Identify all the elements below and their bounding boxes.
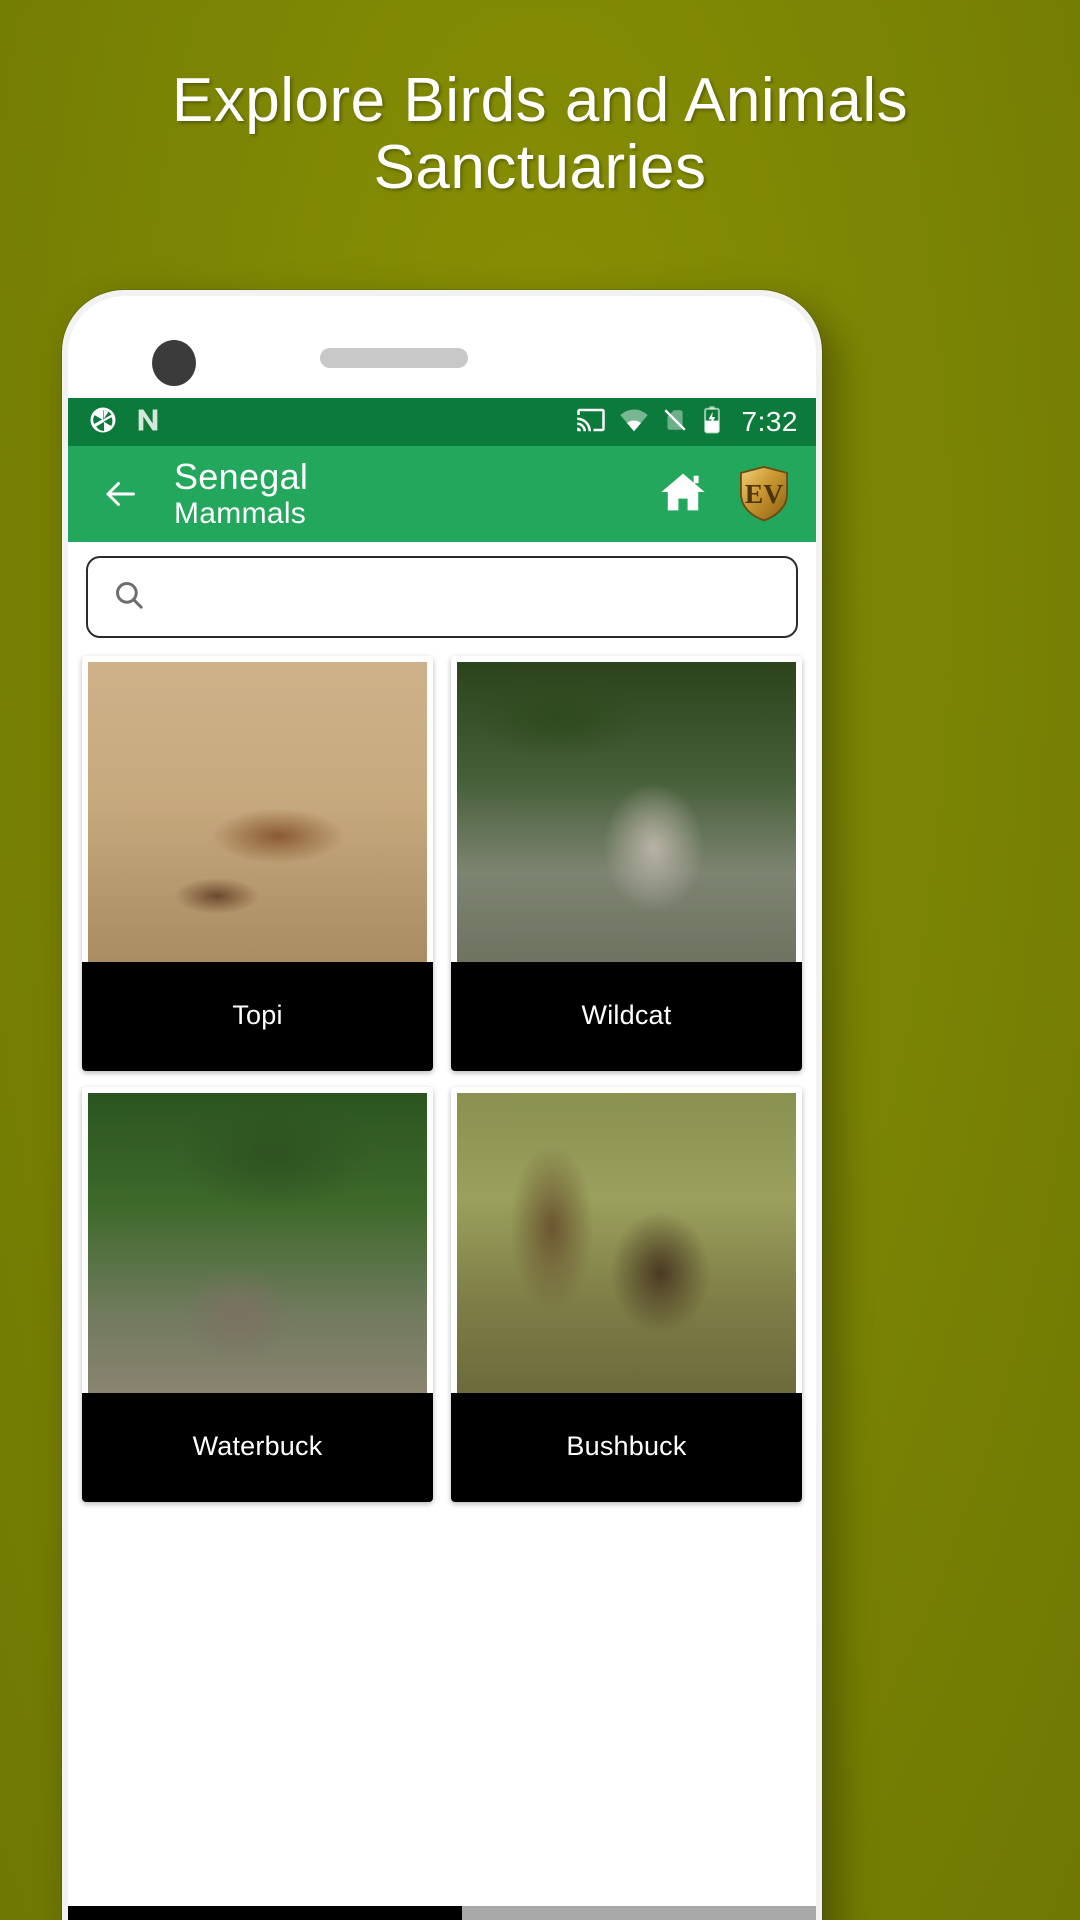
animal-photo: [457, 662, 796, 962]
animal-card[interactable]: Wildcat: [451, 656, 802, 1071]
page-subtitle: Mammals: [174, 497, 307, 531]
front-camera-icon: [152, 340, 196, 386]
phone-mockup: 7:32 Senegal Mammals EV Topi Wildcat Wat…: [62, 290, 822, 1920]
sort-bar: BY POPULARITY BY ALPHABETS: [68, 1906, 816, 1920]
home-icon[interactable]: [656, 467, 710, 522]
animal-name: Waterbuck: [82, 1393, 433, 1502]
search-bar[interactable]: [86, 556, 798, 638]
app-screen: 7:32 Senegal Mammals EV Topi Wildcat Wat…: [68, 296, 816, 1920]
cast-icon: [576, 405, 606, 440]
animal-grid: Topi Wildcat Waterbuck Bushbuck: [68, 648, 816, 1502]
phone-notch-row: [68, 296, 816, 398]
animal-card[interactable]: Waterbuck: [82, 1087, 433, 1502]
battery-charging-icon: [701, 405, 723, 440]
app-bar-titles: Senegal Mammals: [174, 456, 309, 531]
wifi-icon: [619, 405, 649, 440]
promo-line-2: Sanctuaries: [373, 132, 707, 202]
sort-by-popularity-button[interactable]: BY POPULARITY: [68, 1906, 462, 1920]
ev-logo-text: EV: [745, 478, 783, 509]
status-bar-left-icons: [88, 405, 162, 440]
promo-headline: Explore Birds and Animals Sanctuaries: [0, 66, 1080, 202]
search-icon: [112, 578, 146, 617]
earpiece-speaker: [320, 348, 468, 368]
search-input[interactable]: [164, 581, 772, 613]
animal-name: Wildcat: [451, 962, 802, 1071]
ev-logo-icon[interactable]: EV: [736, 465, 792, 523]
status-bar: 7:32: [68, 398, 816, 446]
animal-card[interactable]: Bushbuck: [451, 1087, 802, 1502]
app-bar: Senegal Mammals EV: [68, 446, 816, 542]
animal-photo: [88, 662, 427, 962]
page-title: Senegal: [174, 456, 309, 498]
search-section: [68, 542, 816, 648]
sort-by-alphabets-button[interactable]: BY ALPHABETS: [462, 1906, 816, 1920]
phone-screen: 7:32 Senegal Mammals EV Topi Wildcat Wat…: [68, 296, 816, 1920]
animal-photo: [88, 1093, 427, 1393]
animal-card[interactable]: Topi: [82, 656, 433, 1071]
no-sim-icon: [662, 405, 688, 440]
status-bar-clock: 7:32: [741, 406, 798, 437]
aperture-icon: [88, 405, 118, 440]
nova-launcher-icon: [134, 406, 162, 439]
promo-line-1: Explore Birds and Animals: [171, 66, 909, 135]
status-bar-right-icons: 7:32: [576, 405, 799, 440]
animal-name: Topi: [82, 962, 433, 1071]
animal-name: Bushbuck: [451, 1393, 802, 1502]
back-button[interactable]: [92, 476, 148, 512]
animal-photo: [457, 1093, 796, 1393]
app-bar-actions: EV: [656, 465, 798, 523]
